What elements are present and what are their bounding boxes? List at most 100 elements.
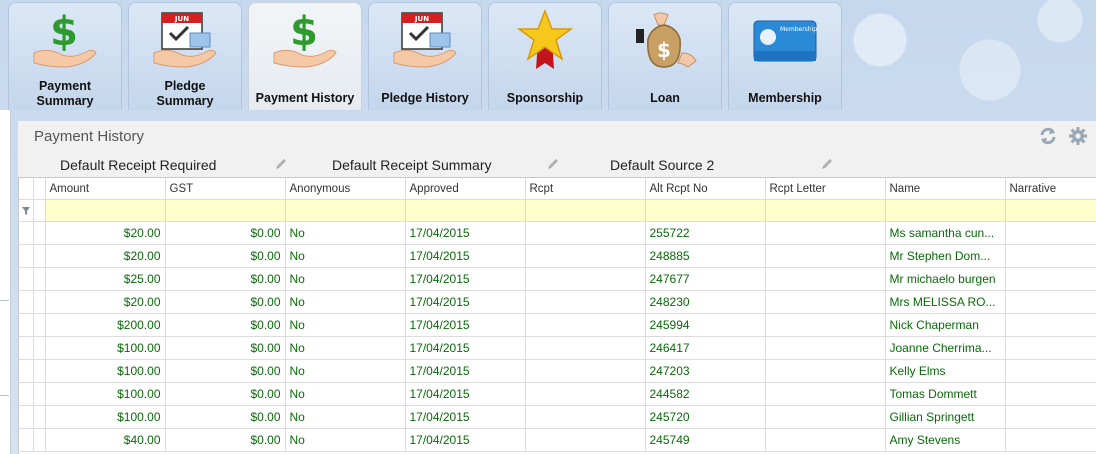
cell-approved[interactable]: 17/04/2015 [405,405,526,429]
cell-amount[interactable]: $200.00 [45,313,166,337]
cell-alt-rcpt-no[interactable]: 246417 [645,336,766,360]
cell-gst[interactable]: $0.00 [165,244,286,268]
row-indicator[interactable] [19,405,34,429]
cell-rcpt[interactable] [525,428,646,452]
tab-membership[interactable]: Membership Membership [728,2,842,110]
cell-approved[interactable]: 17/04/2015 [405,290,526,314]
tab-pledge-history[interactable]: JUN Pledge History [368,2,482,110]
table-row[interactable]: $20.00 $0.00 No 17/04/2015 248230 Mrs MELISSA… [19,290,1096,314]
cell-rcpt-letter[interactable] [765,267,886,291]
cell-narrative[interactable] [1005,428,1096,452]
row-selector[interactable] [33,359,46,383]
filter-cell-narrative[interactable] [1005,199,1096,222]
table-row[interactable]: $100.00 $0.00 No 17/04/2015 247203 Kelly Elm… [19,359,1096,383]
row-indicator[interactable] [19,359,34,383]
cell-amount[interactable]: $25.00 [45,267,166,291]
cell-rcpt[interactable] [525,244,646,268]
cell-alt-rcpt-no[interactable]: 248230 [645,290,766,314]
cell-anonymous[interactable]: No [285,405,406,429]
row-indicator[interactable] [19,244,34,268]
cell-name[interactable]: Ms samantha cun... [885,221,1006,245]
row-selector[interactable] [33,405,46,429]
table-row[interactable]: $100.00 $0.00 No 17/04/2015 244582 Tomas Dom… [19,382,1096,406]
refresh-icon[interactable] [1038,126,1058,146]
cell-anonymous[interactable]: No [285,428,406,452]
filter-cell-name[interactable] [885,199,1006,222]
cell-name[interactable]: Mrs MELISSA RO... [885,290,1006,314]
cell-anonymous[interactable]: No [285,336,406,360]
cell-anonymous[interactable]: No [285,244,406,268]
gear-icon[interactable] [1068,126,1088,146]
cell-approved[interactable]: 17/04/2015 [405,382,526,406]
cell-name[interactable]: Kelly Elms [885,359,1006,383]
cell-rcpt-letter[interactable] [765,290,886,314]
cell-rcpt[interactable] [525,221,646,245]
cell-gst[interactable]: $0.00 [165,221,286,245]
cell-gst[interactable]: $0.00 [165,405,286,429]
tab-sponsorship[interactable]: Sponsorship [488,2,602,110]
cell-amount[interactable]: $100.00 [45,405,166,429]
tab-payment-summary[interactable]: $ Payment Summary [8,2,122,110]
row-selector[interactable] [33,313,46,337]
cell-approved[interactable]: 17/04/2015 [405,428,526,452]
row-indicator[interactable] [19,313,34,337]
cell-rcpt-letter[interactable] [765,405,886,429]
cell-anonymous[interactable]: No [285,382,406,406]
row-indicator[interactable] [19,290,34,314]
cell-narrative[interactable] [1005,405,1096,429]
cell-name[interactable]: Tomas Dommett [885,382,1006,406]
cell-narrative[interactable] [1005,267,1096,291]
cell-rcpt[interactable] [525,382,646,406]
cell-alt-rcpt-no[interactable]: 255722 [645,221,766,245]
cell-alt-rcpt-no[interactable]: 245749 [645,428,766,452]
column-header-alt-rcpt-no[interactable]: Alt Rcpt No [645,178,766,200]
cell-alt-rcpt-no[interactable]: 245994 [645,313,766,337]
cell-narrative[interactable] [1005,244,1096,268]
cell-amount[interactable]: $100.00 [45,336,166,360]
cell-rcpt[interactable] [525,336,646,360]
row-indicator[interactable] [19,336,34,360]
cell-alt-rcpt-no[interactable]: 247677 [645,267,766,291]
cell-name[interactable]: Gillian Springett [885,405,1006,429]
row-selector[interactable] [33,382,46,406]
cell-approved[interactable]: 17/04/2015 [405,359,526,383]
cell-rcpt[interactable] [525,405,646,429]
cell-amount[interactable]: $20.00 [45,290,166,314]
cell-rcpt-letter[interactable] [765,313,886,337]
cell-approved[interactable]: 17/04/2015 [405,336,526,360]
cell-approved[interactable]: 17/04/2015 [405,244,526,268]
cell-amount[interactable]: $20.00 [45,221,166,245]
column-header-rcpt-letter[interactable]: Rcpt Letter [765,178,886,200]
cell-name[interactable]: Amy Stevens [885,428,1006,452]
filter-cell-rcpt[interactable] [525,199,646,222]
cell-narrative[interactable] [1005,382,1096,406]
edit-pencil-icon[interactable] [274,157,288,171]
table-row[interactable]: $200.00 $0.00 No 17/04/2015 245994 Nick Chap… [19,313,1096,337]
cell-gst[interactable]: $0.00 [165,290,286,314]
cell-alt-rcpt-no[interactable]: 247203 [645,359,766,383]
cell-rcpt-letter[interactable] [765,359,886,383]
cell-rcpt-letter[interactable] [765,428,886,452]
cell-rcpt-letter[interactable] [765,221,886,245]
column-header-narrative[interactable]: Narrative [1005,178,1096,200]
column-header-gst[interactable]: GST [165,178,286,200]
cell-name[interactable]: Mr Stephen Dom... [885,244,1006,268]
edit-pencil-icon[interactable] [820,157,834,171]
row-indicator[interactable] [19,267,34,291]
filter-toggle[interactable] [19,199,34,222]
table-row[interactable]: $25.00 $0.00 No 17/04/2015 247677 Mr michaelo… [19,267,1096,291]
cell-name[interactable]: Nick Chaperman [885,313,1006,337]
cell-gst[interactable]: $0.00 [165,313,286,337]
table-row[interactable]: $100.00 $0.00 No 17/04/2015 245720 Gillian S… [19,405,1096,429]
row-selector[interactable] [33,428,46,452]
cell-name[interactable]: Joanne Cherrima... [885,336,1006,360]
cell-gst[interactable]: $0.00 [165,336,286,360]
cell-narrative[interactable] [1005,336,1096,360]
cell-anonymous[interactable]: No [285,313,406,337]
row-indicator[interactable] [19,428,34,452]
cell-approved[interactable]: 17/04/2015 [405,267,526,291]
cell-narrative[interactable] [1005,313,1096,337]
filter-cell-approved[interactable] [405,199,526,222]
cell-rcpt[interactable] [525,359,646,383]
tab-loan[interactable]: $ Loan [608,2,722,110]
